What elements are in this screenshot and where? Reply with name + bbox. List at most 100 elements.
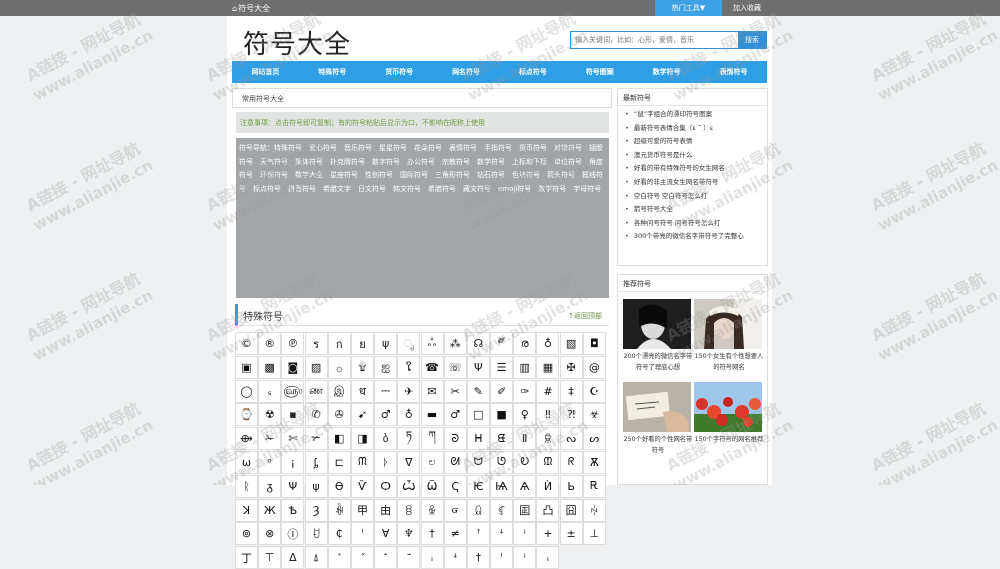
symbol-cell[interactable]: ꜚ xyxy=(397,546,421,569)
symbol-category-nav[interactable]: 符号导航：特殊符号 爱心符号 音乐符号 星星符号 花朵符号 表情符号 手指符号 … xyxy=(236,138,609,298)
recommended-card[interactable]: 250个好看的个性网名带符号 xyxy=(623,382,693,456)
symbol-cell[interactable]: ร xyxy=(304,332,328,355)
symbol-cell[interactable]: ध xyxy=(350,379,374,403)
symbol-cell[interactable]: ± xyxy=(559,522,583,546)
symbol-cell[interactable]: ꜝ xyxy=(350,522,374,546)
nav-symbol-art[interactable]: 符号图案 xyxy=(566,61,633,83)
symbol-cell[interactable]: ᙏ xyxy=(350,450,374,474)
symbol-cell[interactable]: ✂ xyxy=(443,379,467,403)
thumbnail-image[interactable] xyxy=(623,299,691,349)
symbol-cell[interactable]: ✠ xyxy=(559,355,583,379)
card-caption[interactable]: 150个字符号的网名推荐 xyxy=(694,435,764,446)
nav-emoticons[interactable]: 表情符号 xyxy=(700,61,767,83)
symbol-cell[interactable]: Ⅱ xyxy=(513,427,537,451)
symbol-cell[interactable]: Ψ xyxy=(466,355,490,379)
symbol-cell[interactable]: ꆜ xyxy=(420,498,444,522)
symbol-cell[interactable]: □ xyxy=(466,403,490,427)
symbol-cell[interactable]: ꜙ xyxy=(374,546,398,569)
symbol-cell[interactable]: Ψ xyxy=(281,474,305,498)
symbol-cell[interactable]: + xyxy=(536,522,560,546)
symbol-cell[interactable]: ᶋ xyxy=(304,450,328,474)
symbol-cell[interactable]: Ѿ xyxy=(420,474,444,498)
symbol-cell[interactable]: Ȝ xyxy=(304,498,328,522)
symbol-cell[interactable]: ᵒ xyxy=(258,450,282,474)
symbol-cell[interactable]: ‼ xyxy=(536,403,560,427)
symbol-cell[interactable]: ✐ xyxy=(490,379,514,403)
symbol-cell[interactable]: 凸 xyxy=(536,498,560,522)
symbol-cell[interactable]: ‡ xyxy=(559,379,583,403)
symbol-cell[interactable]: ▣ xyxy=(235,355,258,379)
symbol-cell[interactable]: ψ xyxy=(304,474,328,498)
symbol-cell[interactable]: Ѣ xyxy=(281,498,305,522)
symbol-cell[interactable]: ᘛ xyxy=(443,450,467,474)
symbol-cell[interactable]: இ xyxy=(327,379,351,403)
symbol-cell[interactable]: ⟴ xyxy=(235,427,258,451)
symbol-cell[interactable]: ᗢ xyxy=(466,450,490,474)
symbol-cell[interactable]: ♁ xyxy=(536,332,560,355)
nav-special-symbols[interactable]: 特殊符号 xyxy=(299,61,366,83)
search-input[interactable] xyxy=(571,32,739,48)
symbol-cell[interactable]: ® xyxy=(258,332,282,355)
symbol-cell[interactable]: Ꭷ xyxy=(513,450,537,474)
symbol-cell[interactable]: ♀ xyxy=(513,403,537,427)
nav-home[interactable]: 网站首页 xyxy=(232,61,299,83)
symbol-cell[interactable]: ꓘ xyxy=(235,498,258,522)
symbol-cell[interactable]: ⊏ xyxy=(327,450,351,474)
symbol-cell[interactable]: Ь xyxy=(559,474,583,498)
symbol-cell[interactable]: Ⓘ xyxy=(281,522,305,546)
symbol-cell[interactable]: ✎ xyxy=(466,379,490,403)
symbol-cell[interactable]: ☊ xyxy=(466,332,490,355)
thumbnail-image[interactable] xyxy=(623,382,691,432)
symbol-cell[interactable]: ◧ xyxy=(327,427,351,451)
symbol-cell[interactable]: ▨ xyxy=(304,355,328,379)
site-logo[interactable]: 符号大全 xyxy=(243,24,351,61)
symbol-cell[interactable]: ᙢ xyxy=(536,450,560,474)
symbol-cell[interactable]: ꆰ xyxy=(466,498,490,522)
symbol-cell[interactable]: ✄ xyxy=(281,427,305,451)
symbol-cell[interactable]: Ѩ xyxy=(490,474,514,498)
symbol-cell[interactable]: ண xyxy=(304,379,328,403)
latest-item[interactable]: 好看的非主流女生网名带符号 xyxy=(625,176,767,190)
symbol-cell[interactable]: ✁ xyxy=(258,427,282,451)
hot-tools-dropdown[interactable]: 热门工具▼ xyxy=(655,0,722,16)
symbol-cell[interactable]: ▦ xyxy=(536,355,560,379)
symbol-cell[interactable]: ꏢ xyxy=(582,498,606,522)
symbol-cell[interactable]: ย xyxy=(350,332,374,355)
card-caption[interactable]: 150个女生有个性想要人的符号网名 xyxy=(694,352,764,373)
symbol-cell[interactable]: ⊚ xyxy=(235,522,258,546)
symbol-cell[interactable]: # xyxy=(536,379,560,403)
symbol-cell[interactable]: ಲ xyxy=(420,450,444,474)
symbol-cell[interactable]: ᔓ xyxy=(559,427,583,451)
symbol-cell[interactable]: ⊤ xyxy=(258,546,282,569)
symbol-cell[interactable]: ₛ xyxy=(258,379,282,403)
symbol-cell[interactable]: ꜞ xyxy=(513,522,537,546)
symbol-cell[interactable]: ᘎ xyxy=(490,450,514,474)
latest-item[interactable]: 澳元货币符号是什么 xyxy=(625,149,767,163)
card-caption[interactable]: 250个好看的个性网名带符号 xyxy=(623,435,693,456)
home-link[interactable]: ⌂符号大全 xyxy=(232,3,270,14)
symbol-cell[interactable]: ☪ xyxy=(582,379,606,403)
symbol-cell[interactable]: Ɵ xyxy=(327,474,351,498)
symbol-cell[interactable]: ◙ xyxy=(281,355,305,379)
symbol-cell[interactable]: ∀ xyxy=(374,522,398,546)
symbol-cell[interactable]: Ѻ xyxy=(374,474,398,498)
symbol-cell[interactable]: ✈ xyxy=(397,379,421,403)
symbol-cell[interactable]: ᘐ xyxy=(443,427,467,451)
symbol-cell[interactable]: ᖇ xyxy=(559,450,583,474)
symbol-cell[interactable]: ▩ xyxy=(258,355,282,379)
symbol-cell[interactable]: ꊾ xyxy=(327,498,351,522)
symbol-cell[interactable]: ໃ xyxy=(397,355,421,379)
symbol-cell[interactable]: 囸 xyxy=(513,498,537,522)
symbol-cell[interactable]: ꌋ xyxy=(536,427,560,451)
symbol-cell[interactable]: ꜘ xyxy=(350,546,374,569)
symbol-cell[interactable]: ꜛ xyxy=(466,522,490,546)
symbol-cell[interactable]: ᚱ xyxy=(235,474,258,498)
symbol-cell[interactable]: ꜜ xyxy=(490,522,514,546)
symbol-cell[interactable]: ⍋ xyxy=(304,546,328,569)
symbol-cell[interactable]: ♂ xyxy=(374,403,398,427)
symbol-cell[interactable]: ♁ xyxy=(397,403,421,427)
latest-item[interactable]: 最新符号表情合集（ε ˘̀ ）ε xyxy=(625,122,767,136)
thumbnail-image[interactable] xyxy=(694,299,762,349)
symbol-cell[interactable]: ꜟ xyxy=(420,546,444,569)
symbol-cell[interactable]: 囧 xyxy=(559,498,583,522)
